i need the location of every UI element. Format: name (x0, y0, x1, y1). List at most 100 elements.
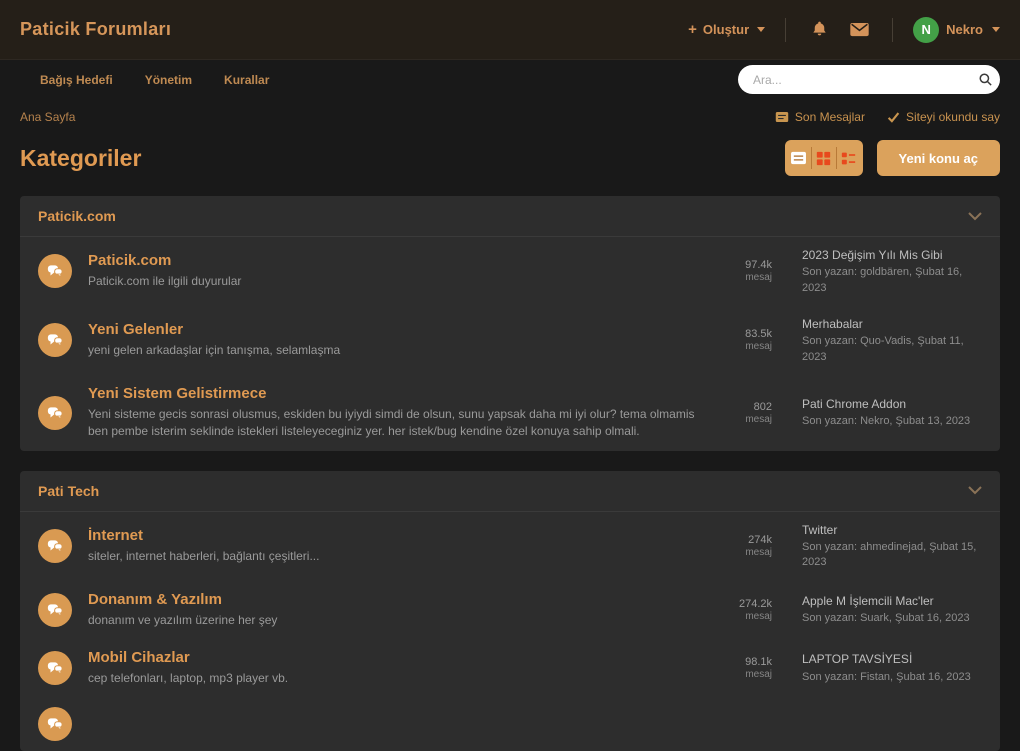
forum-description: yeni gelen arkadaşlar için tanışma, sela… (88, 343, 341, 358)
forum-description: Paticik.com ile ilgili duyurular (88, 274, 242, 289)
lastpost-title[interactable]: Apple M İşlemcili Mac'ler (802, 593, 982, 609)
forum-stats: 98.1k mesaj (714, 656, 772, 680)
new-topic-button[interactable]: Yeni konu aç (876, 140, 1000, 176)
forum-stats: 83.5k mesaj (714, 328, 772, 352)
page-head: Kategoriler Yeni konu aç (0, 140, 1020, 176)
lastpost-title[interactable]: Pati Chrome Addon (802, 396, 982, 412)
forum-row[interactable]: İnternet siteler, internet haberleri, ba… (20, 512, 1000, 581)
forum-main: Donanım & Yazılım donanım ve yazılım üze… (88, 591, 698, 629)
message-count: 802 (753, 400, 772, 413)
forum-description: donanım ve yazılım üzerine her şey (88, 612, 278, 627)
nav-item-yonetim[interactable]: Yönetim (145, 73, 192, 87)
forum-main: Yeni Gelenler yeni gelen arkadaşlar için… (88, 321, 698, 359)
view-grid-button[interactable] (812, 140, 836, 176)
lastpost-title[interactable]: 2023 Değişim Yılı Mis Gibi (802, 247, 982, 263)
lastpost-title[interactable]: LAPTOP TAVSİYESİ (802, 651, 982, 667)
search-icon (979, 73, 992, 86)
notifications-button[interactable] (806, 17, 832, 43)
section-title[interactable]: Pati Tech (38, 483, 99, 499)
chevron-down-icon[interactable] (968, 486, 982, 495)
forum-icon (38, 529, 72, 564)
breadcrumb[interactable]: Ana Sayfa (20, 110, 75, 124)
forum-title[interactable]: Paticik.com (88, 252, 698, 269)
search-bar (738, 65, 1000, 94)
forum-title[interactable]: Mobil Cihazlar (88, 649, 698, 666)
forum-title[interactable]: Yeni Sistem Gelistirmece (88, 385, 698, 402)
search-button[interactable] (970, 72, 1000, 87)
chat-bubbles-icon (47, 604, 63, 617)
message-count: 97.4k (745, 259, 772, 272)
message-unit: mesaj (745, 341, 772, 353)
nav-item-kurallar[interactable]: Kurallar (224, 73, 269, 87)
forum-icon (38, 395, 72, 430)
message-unit: mesaj (745, 610, 772, 622)
forum-row[interactable]: Yeni Gelenler yeni gelen arkadaşlar için… (20, 306, 1000, 375)
chat-bubbles-icon (47, 662, 63, 675)
forum-row[interactable]: Mobil Cihazlar cep telefonları, laptop, … (20, 639, 1000, 697)
category-section-paticik: Paticik.com Paticik.com Paticik.com ile … (20, 196, 1000, 451)
forum-lastpost: Merhabalar Son yazan: Quo-Vadis, Şubat 1… (802, 316, 982, 365)
section-header[interactable]: Paticik.com (20, 196, 1000, 237)
message-count: 98.1k (745, 656, 772, 669)
quick-links: Son Mesajlar Siteyi okundu say (775, 110, 1000, 124)
forum-lastpost: 2023 Değişim Yılı Mis Gibi Son yazan: go… (802, 247, 982, 296)
forum-title[interactable]: Yeni Gelenler (88, 321, 698, 338)
forum-lastpost: LAPTOP TAVSİYESİ Son yazan: Fistan, Şuba… (802, 651, 982, 685)
chevron-down-icon[interactable] (968, 211, 982, 221)
header-actions: + Oluştur N Nekro (688, 16, 1000, 43)
forum-icon (38, 592, 72, 627)
forum-main: İnternet siteler, internet haberleri, ba… (88, 527, 698, 565)
forum-row[interactable]: Yeni Sistem Gelistirmece Yeni sisteme ge… (20, 375, 1000, 451)
caret-down-icon (992, 27, 1000, 32)
chat-bubbles-icon (47, 334, 63, 347)
message-unit: mesaj (745, 413, 772, 425)
section-title[interactable]: Paticik.com (38, 208, 116, 224)
nav-item-bagis-hedefi[interactable]: Bağış Hedefi (40, 73, 113, 87)
forum-row-partial[interactable] (20, 697, 1000, 751)
lastpost-meta: Son yazan: Suark, Şubat 16, 2023 (802, 612, 970, 625)
breadcrumb-row: Ana Sayfa Son Mesajlar Siteyi okundu say (0, 110, 1020, 124)
create-button[interactable]: + Oluştur (688, 21, 766, 38)
envelope-icon (849, 22, 869, 37)
message-count: 83.5k (745, 328, 772, 341)
message-count: 274k (748, 534, 772, 547)
site-brand[interactable]: Paticik Forumları (20, 19, 171, 40)
forum-description: Yeni sisteme gecis sonrasi olusmus, eski… (88, 406, 695, 439)
avatar: N (913, 16, 940, 43)
forum-icon (38, 707, 72, 742)
nav-bar: Bağış Hedefi Yönetim Kurallar (0, 60, 1020, 100)
forum-lastpost: Apple M İşlemcili Mac'ler Son yazan: Sua… (802, 593, 982, 627)
forum-stats: 802 mesaj (714, 401, 772, 425)
message-unit: mesaj (745, 669, 772, 681)
view-list-button[interactable] (787, 140, 811, 176)
detail-list-view-icon (841, 152, 856, 164)
section-header[interactable]: Pati Tech (20, 471, 1000, 512)
lastpost-title[interactable]: Twitter (802, 522, 982, 538)
forum-row[interactable]: Paticik.com Paticik.com ile ilgili duyur… (20, 237, 1000, 306)
forum-icon (38, 651, 72, 686)
view-detail-button[interactable] (837, 140, 861, 176)
messages-button[interactable] (846, 17, 872, 43)
user-name: Nekro (946, 22, 983, 37)
forum-stats: 97.4k mesaj (714, 259, 772, 283)
lastpost-title[interactable]: Merhabalar (802, 316, 982, 332)
forum-icon (38, 254, 72, 289)
forum-lastpost: Twitter Son yazan: ahmedinejad, Şubat 15… (802, 522, 982, 571)
forum-title[interactable]: İnternet (88, 527, 698, 544)
divider (892, 17, 894, 42)
forum-icon (38, 323, 72, 358)
forum-main: Paticik.com Paticik.com ile ilgili duyur… (88, 252, 698, 290)
mark-read-link[interactable]: Siteyi okundu say (887, 110, 1000, 124)
chat-bubbles-icon (47, 265, 63, 278)
recent-messages-link[interactable]: Son Mesajlar (775, 110, 865, 124)
forum-title[interactable]: Donanım & Yazılım (88, 591, 698, 608)
search-input[interactable] (738, 72, 970, 87)
forum-row[interactable]: Donanım & Yazılım donanım ve yazılım üze… (20, 581, 1000, 639)
page-controls: Yeni konu aç (784, 140, 1000, 176)
forum-main: Mobil Cihazlar cep telefonları, laptop, … (88, 649, 698, 687)
user-menu[interactable]: N Nekro (913, 16, 1000, 43)
list-view-icon (791, 151, 806, 165)
lastpost-meta: Son yazan: Quo-Vadis, Şubat 11, 2023 (802, 335, 964, 363)
check-icon (887, 111, 900, 123)
plus-icon: + (688, 21, 697, 38)
